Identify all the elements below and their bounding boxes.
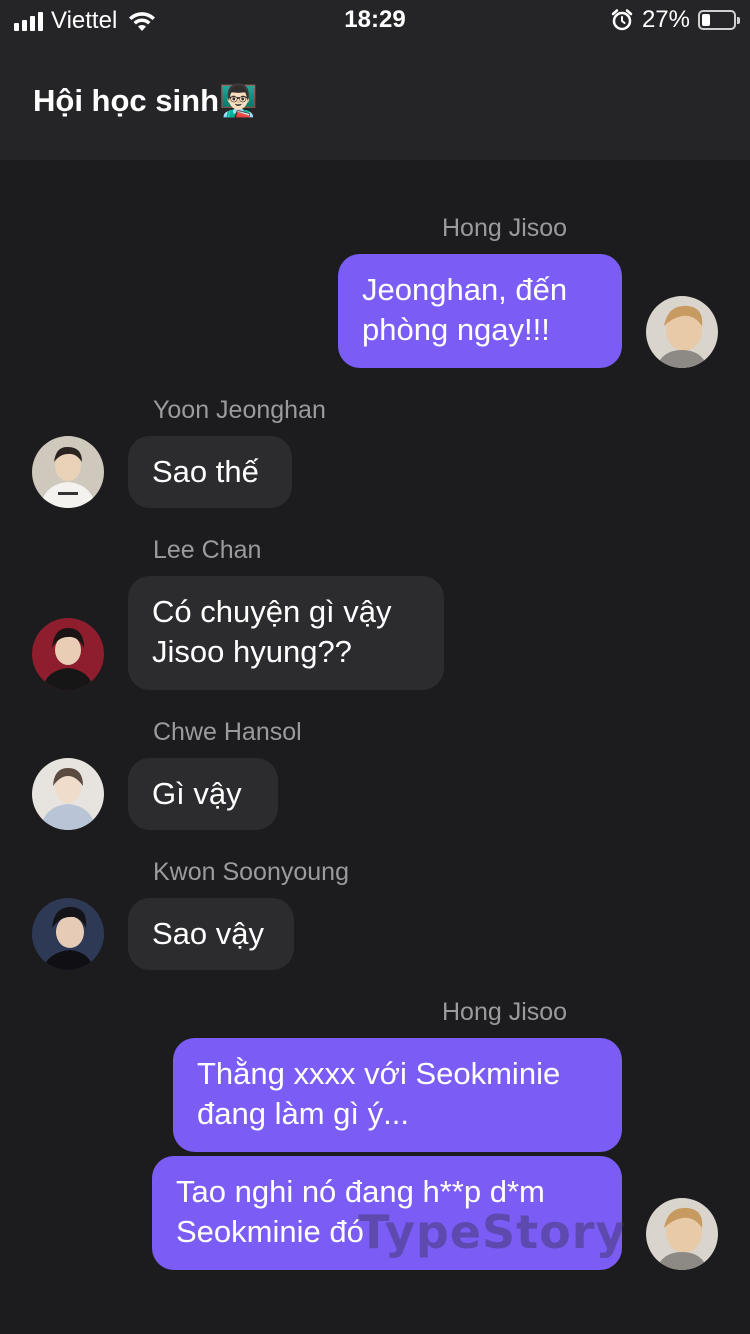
chat-screen: Viettel 18:29 27% Hội học sinh👨🏻‍🏫 [0,0,750,1334]
avatar-yoon-jeonghan[interactable] [32,436,104,508]
avatar-image [646,1198,718,1270]
sender-name: Hong Jisoo [442,214,568,242]
avatar-lee-chan[interactable] [32,618,104,690]
message-bubble-incoming[interactable]: Gì vậy [128,758,278,830]
message-bubble-outgoing[interactable]: Thằng xxxx với Seokminie đang làm gì ý..… [173,1038,622,1152]
sender-name: Kwon Soonyoung [153,858,349,886]
avatar-image [32,436,104,508]
avatar-hong-jisoo[interactable] [646,1198,718,1270]
sender-name: Yoon Jeonghan [153,396,326,424]
sender-name: Chwe Hansol [153,718,302,746]
avatar-image [32,758,104,830]
avatar-image [32,618,104,690]
chat-header: Hội học sinh👨🏻‍🏫 [0,40,750,160]
alarm-icon [611,9,633,31]
avatar-hong-jisoo[interactable] [646,296,718,368]
battery-percent: 27% [641,6,690,33]
chat-title: Hội học sinh👨🏻‍🏫 [33,83,258,118]
avatar-image [32,898,104,970]
battery-level-fill [702,14,710,26]
avatar-kwon-soonyoung[interactable] [32,898,104,970]
avatar-image [646,296,718,368]
sender-name: Lee Chan [153,536,262,564]
message-bubble-outgoing[interactable]: Jeonghan, đến phòng ngay!!! [338,254,622,368]
battery-icon [698,10,740,30]
message-bubble-incoming[interactable]: Sao thế [128,436,292,508]
status-bar-right: 27% [610,6,740,34]
avatar-chwe-hansol[interactable] [32,758,104,830]
watermark-logo: TypeStory [358,1205,627,1259]
status-bar: Viettel 18:29 27% [0,0,750,40]
sender-name: Hong Jisoo [442,998,568,1026]
message-bubble-incoming[interactable]: Có chuyện gì vậy Jisoo hyung?? [128,576,444,690]
message-bubble-incoming[interactable]: Sao vậy [128,898,294,970]
